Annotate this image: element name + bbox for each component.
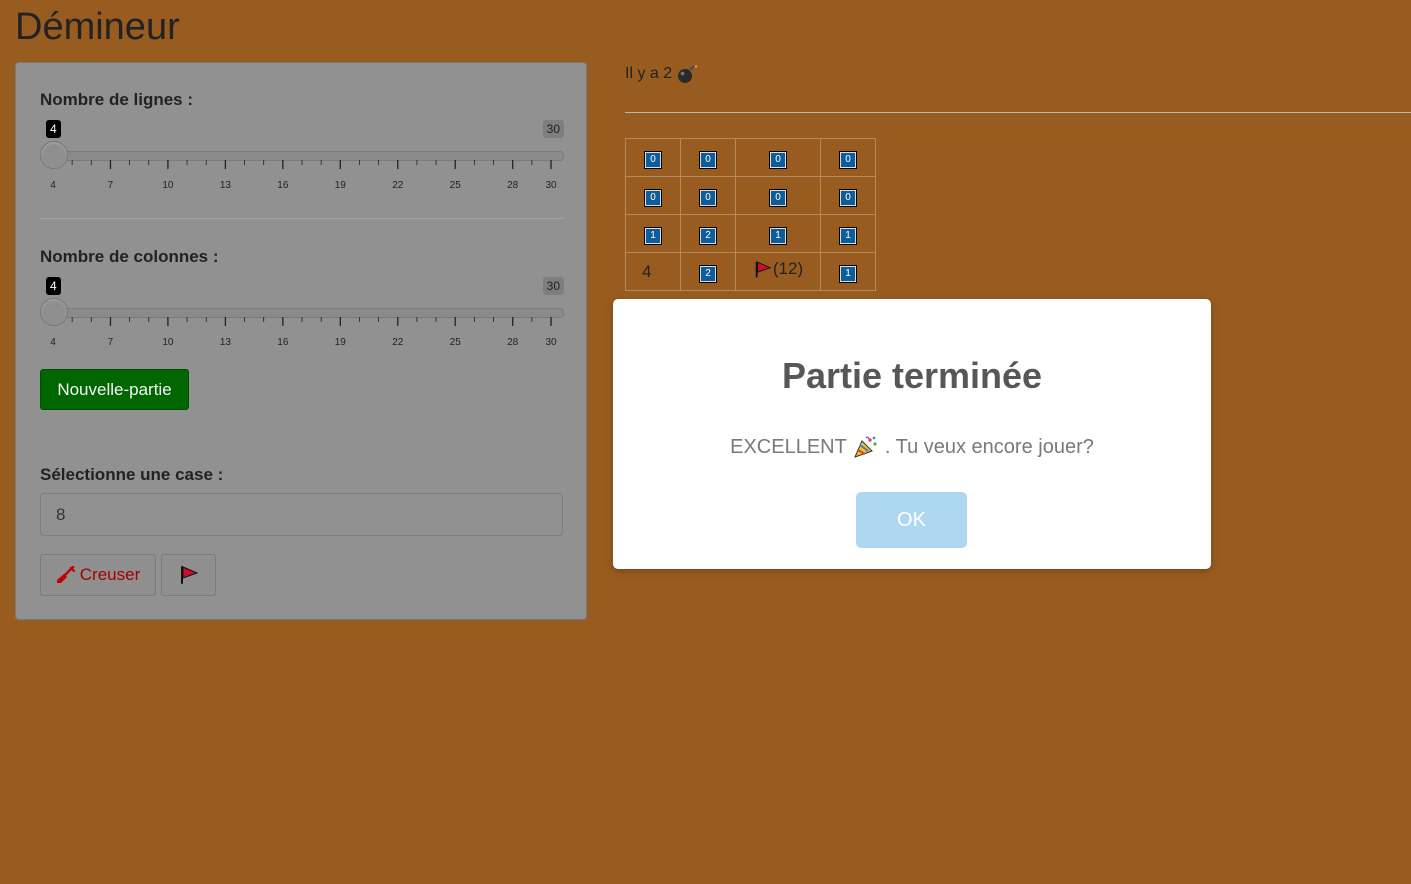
- rows-tick-label: 4: [50, 180, 56, 191]
- grid-cell[interactable]: 2: [680, 252, 736, 291]
- cols-slider-value: 4: [46, 277, 61, 295]
- dialog-message: EXCELLENT . Tu veux encore jouer?: [613, 435, 1211, 459]
- rows-slider-ticks: [52, 160, 552, 169]
- divider: [40, 218, 564, 219]
- cols-tick-label: 7: [107, 337, 114, 348]
- flagged-cell-number: (12): [772, 259, 804, 279]
- cols-tick-label: 4: [50, 337, 56, 348]
- rows-slider-value: 4: [46, 120, 61, 138]
- grid-cell[interactable]: 0: [820, 138, 876, 177]
- dialog-title: Partie terminée: [781, 355, 1043, 396]
- cols-slider-handle[interactable]: [40, 298, 68, 326]
- rows-tick-label: 28: [507, 180, 519, 191]
- rows-tick-label: 13: [219, 180, 231, 191]
- rows-tick-label: 22: [392, 180, 404, 191]
- rows-tick-label: 30: [545, 180, 557, 191]
- revealed-cell-value: 0: [644, 188, 662, 207]
- dialog-message-end: . Tu veux encore jouer?: [884, 435, 1094, 458]
- rows-tick-label: 7: [107, 180, 114, 191]
- grid-cell[interactable]: (12): [735, 252, 821, 291]
- grid-cell[interactable]: 1: [735, 214, 821, 253]
- revealed-cell-value: 0: [644, 150, 662, 169]
- rows-tick-label: 16: [277, 180, 289, 191]
- revealed-cell-value: 0: [839, 150, 857, 169]
- separator-line: [625, 112, 1411, 113]
- cols-slider[interactable]: 4 30 4 7 10 13 16 19 22 25 28 30: [40, 277, 564, 357]
- grid-cell[interactable]: 0: [735, 176, 821, 215]
- grid-cell[interactable]: 0: [735, 138, 821, 177]
- rows-tick-label: 25: [449, 180, 461, 191]
- revealed-cell-value: 0: [699, 188, 717, 207]
- revealed-cell-value: 2: [699, 264, 717, 283]
- grid-row: 0 0 0 0: [625, 138, 876, 177]
- grid-cell[interactable]: 1: [625, 214, 681, 253]
- party-popper-icon: [853, 436, 877, 458]
- cols-tick-label: 22: [392, 337, 404, 348]
- revealed-cell-value: 1: [644, 226, 662, 245]
- cols-tick-label: 19: [334, 337, 346, 348]
- app-title: Démineur: [15, 6, 180, 48]
- revealed-cell-value: 1: [839, 264, 857, 283]
- flag-icon: [755, 261, 772, 278]
- bomb-icon: [678, 65, 698, 83]
- grid-cell[interactable]: 1: [820, 214, 876, 253]
- cols-tick-label: 16: [277, 337, 289, 348]
- bomb-count-text: Il y a 2: [625, 65, 673, 82]
- minefield-grid: 0 0 0 0 0 0 0 0 1 2 1 1 4 2 (12) 1: [625, 138, 876, 291]
- revealed-cell-value: 1: [839, 226, 857, 245]
- rows-slider-handle[interactable]: [40, 141, 68, 169]
- cols-tick-label: 25: [449, 337, 461, 348]
- bomb-count: Il y a 2: [625, 64, 698, 84]
- select-cell-label: Sélectionne une case :: [40, 465, 224, 484]
- cols-slider-max: 30: [542, 277, 564, 295]
- revealed-cell-value: 0: [769, 150, 787, 169]
- grid-cell[interactable]: 0: [625, 176, 681, 215]
- rows-label: Nombre de lignes :: [40, 90, 194, 109]
- new-game-button[interactable]: Nouvelle-partie: [40, 369, 189, 410]
- rows-tick-label: 19: [334, 180, 346, 191]
- revealed-cell-value: 0: [769, 188, 787, 207]
- grid-cell[interactable]: 4: [625, 252, 681, 291]
- grid-row: 0 0 0 0: [625, 176, 876, 215]
- flag-icon: [180, 566, 198, 584]
- select-cell-input[interactable]: 8: [40, 493, 563, 536]
- dig-button[interactable]: Creuser: [40, 554, 156, 596]
- cols-label: Nombre de colonnes :: [40, 247, 219, 266]
- cols-tick-label: 28: [507, 337, 519, 348]
- grid-cell[interactable]: 1: [820, 252, 876, 291]
- shovel-icon: [56, 566, 75, 583]
- control-panel: Nombre de lignes : 4 30 4 7 10 13 16 19 22 25 28…: [15, 62, 587, 620]
- flagged-cell: (12): [753, 259, 803, 279]
- cols-slider-ticks: [52, 317, 552, 326]
- revealed-cell-value: 0: [839, 188, 857, 207]
- rows-slider[interactable]: 4 30 4 7 10 13 16 19 22 25 28 30: [40, 120, 564, 200]
- flag-button[interactable]: [161, 554, 216, 596]
- cols-tick-label: 10: [162, 337, 174, 348]
- cell-number: 4: [642, 261, 652, 281]
- grid-cell[interactable]: 0: [680, 138, 736, 177]
- rows-tick-label: 10: [162, 180, 174, 191]
- grid-cell[interactable]: 2: [680, 214, 736, 253]
- ok-button[interactable]: OK: [856, 492, 967, 548]
- rows-slider-max: 30: [542, 120, 564, 138]
- dialog-message-start: EXCELLENT: [730, 435, 847, 458]
- grid-cell[interactable]: 0: [680, 176, 736, 215]
- grid-cell[interactable]: 0: [820, 176, 876, 215]
- cols-tick-label: 30: [545, 337, 557, 348]
- grid-row: 1 2 1 1: [625, 214, 876, 253]
- revealed-cell-value: 1: [769, 226, 787, 245]
- grid-row: 4 2 (12) 1: [625, 252, 876, 291]
- grid-cell[interactable]: 0: [625, 138, 681, 177]
- game-over-dialog: Partie terminée EXCELLENT . Tu veux enco…: [613, 299, 1211, 569]
- revealed-cell-value: 0: [699, 150, 717, 169]
- dig-button-label: Creuser: [79, 565, 141, 584]
- cols-tick-label: 13: [219, 337, 231, 348]
- revealed-cell-value: 2: [699, 226, 717, 245]
